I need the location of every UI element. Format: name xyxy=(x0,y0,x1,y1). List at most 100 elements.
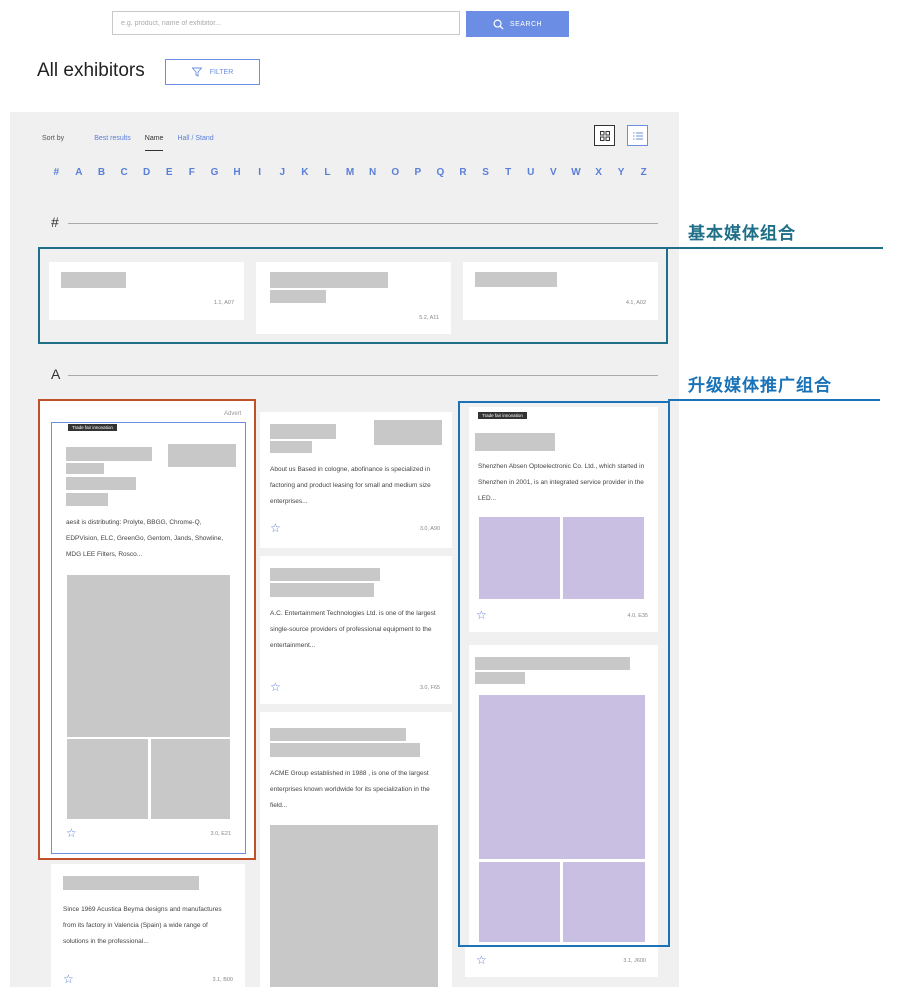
alpha-e[interactable]: E xyxy=(158,167,181,178)
annotation-upgraded: 升级媒体推广组合 xyxy=(688,376,832,395)
alpha-n[interactable]: N xyxy=(361,167,384,178)
exhibitor-description: Since 1969 Acustica Beyma designs and ma… xyxy=(63,906,222,945)
section-header-hash: # xyxy=(51,214,59,230)
favorite-star-icon[interactable]: ☆ xyxy=(270,680,281,694)
exhibitor-description: aesit is distributing: Prolyte, BBGG, Ch… xyxy=(66,519,224,558)
alpha-x[interactable]: X xyxy=(587,167,610,178)
image-placeholder xyxy=(270,825,438,987)
alpha-j[interactable]: J xyxy=(271,167,294,178)
alpha-d[interactable]: D xyxy=(135,167,158,178)
logo-placeholder xyxy=(475,272,557,287)
grid-icon xyxy=(599,130,610,141)
exhibitor-card[interactable]: A.C. Entertainment Technologies Ltd. is … xyxy=(260,556,452,704)
stand-code: 3.0, E21 xyxy=(210,831,232,837)
exhibitor-card[interactable]: ACME Group established in 1988 , is one … xyxy=(260,712,452,987)
section-header-a: A xyxy=(51,366,61,382)
alpha-t[interactable]: T xyxy=(497,167,520,178)
logo-placeholder xyxy=(270,568,380,581)
exhibitor-description: A.C. Entertainment Technologies Ltd. is … xyxy=(270,610,436,649)
search-button[interactable]: SEARCH xyxy=(466,11,569,37)
alpha-k[interactable]: K xyxy=(294,167,317,178)
page-title: All exhibitors xyxy=(37,60,145,81)
logo-placeholder xyxy=(61,272,126,288)
sort-hall-stand[interactable]: Hall / Stand xyxy=(177,135,213,142)
exhibitor-card[interactable]: 5.2, A11 xyxy=(256,262,451,334)
alpha-s[interactable]: S xyxy=(474,167,497,178)
exhibitor-card-upgraded[interactable] xyxy=(469,645,658,945)
image-placeholder xyxy=(67,739,148,819)
image-placeholder xyxy=(479,695,645,859)
logo-placeholder xyxy=(270,441,312,453)
stand-code: 4.0, E35 xyxy=(627,613,649,619)
innovation-tag: Trade fair innovation xyxy=(68,424,117,431)
exhibitor-description: About us Based in cologne, abofinance is… xyxy=(270,466,431,505)
search-input[interactable] xyxy=(112,11,460,35)
sort-bar: Sort by Best results Name Hall / Stand xyxy=(42,135,214,151)
sort-best-results[interactable]: Best results xyxy=(94,135,131,142)
logo-placeholder xyxy=(270,424,336,439)
stand-code: 3.1, J600 xyxy=(623,958,646,964)
name-placeholder xyxy=(66,463,104,474)
exhibitor-card-upgraded[interactable]: Trade fair innovation Shenzhen Absen Opt… xyxy=(469,407,658,632)
section-divider xyxy=(68,375,658,376)
filter-button[interactable]: FILTER xyxy=(165,59,260,85)
annotation-basic-line xyxy=(668,247,883,249)
stand-code: 5.2, A11 xyxy=(419,315,439,321)
alpha-m[interactable]: M xyxy=(339,167,362,178)
name-placeholder xyxy=(66,493,108,506)
logo-placeholder xyxy=(374,420,442,445)
sort-name[interactable]: Name xyxy=(144,135,164,151)
favorite-star-icon[interactable]: ☆ xyxy=(476,608,487,622)
logo-placeholder xyxy=(63,876,199,890)
stand-code: 1.1, A07 xyxy=(213,300,234,306)
logo-placeholder xyxy=(270,272,388,288)
image-placeholder xyxy=(563,862,645,942)
favorite-star-icon[interactable]: ☆ xyxy=(476,953,487,967)
annotation-upgraded-line xyxy=(668,399,880,401)
alpha-u[interactable]: U xyxy=(519,167,542,178)
exhibitor-card[interactable]: 4.1, A02 xyxy=(463,262,658,320)
favorite-star-icon[interactable]: ☆ xyxy=(63,972,74,986)
alpha-l[interactable]: L xyxy=(316,167,339,178)
alpha-y[interactable]: Y xyxy=(610,167,633,178)
exhibitor-card-featured[interactable]: Trade fair innovation aesit is distribut… xyxy=(51,422,246,854)
alpha-v[interactable]: V xyxy=(542,167,565,178)
exhibitor-card[interactable]: 1.1, A07 xyxy=(49,262,244,320)
filter-label: FILTER xyxy=(209,68,234,76)
alpha-r[interactable]: R xyxy=(452,167,475,178)
list-icon xyxy=(632,132,643,139)
alpha-i[interactable]: I xyxy=(248,167,271,178)
image-placeholder xyxy=(563,517,644,599)
alpha-b[interactable]: B xyxy=(90,167,113,178)
favorite-star-icon[interactable]: ☆ xyxy=(270,521,281,535)
alpha-a[interactable]: A xyxy=(68,167,91,178)
exhibitor-card[interactable]: Since 1969 Acustica Beyma designs and ma… xyxy=(51,864,245,987)
grid-view-button[interactable] xyxy=(594,125,615,146)
logo-placeholder xyxy=(270,728,406,741)
image-placeholder xyxy=(479,517,560,599)
exhibitor-card[interactable]: About us Based in cologne, abofinance is… xyxy=(260,412,452,548)
name-placeholder xyxy=(66,477,136,490)
alpha-p[interactable]: P xyxy=(407,167,430,178)
alpha-g[interactable]: G xyxy=(203,167,226,178)
alpha-h[interactable]: H xyxy=(226,167,249,178)
alpha-hash[interactable]: # xyxy=(45,167,68,178)
image-placeholder xyxy=(479,862,560,942)
annotation-basic: 基本媒体组合 xyxy=(688,224,796,243)
card-footer: ☆ 3.1, J600 xyxy=(465,947,658,977)
advert-label: Advert xyxy=(224,411,242,417)
logo-placeholder xyxy=(475,657,630,670)
alpha-z[interactable]: Z xyxy=(632,167,655,178)
list-view-button[interactable] xyxy=(627,125,648,146)
search-icon xyxy=(493,19,504,30)
stand-code: 4.1, A02 xyxy=(625,300,646,306)
alpha-q[interactable]: Q xyxy=(429,167,452,178)
sort-label: Sort by xyxy=(42,135,65,142)
alpha-o[interactable]: O xyxy=(384,167,407,178)
logo-placeholder xyxy=(270,743,420,757)
favorite-star-icon[interactable]: ☆ xyxy=(66,826,77,840)
alpha-c[interactable]: C xyxy=(113,167,136,178)
alpha-f[interactable]: F xyxy=(181,167,204,178)
logo-placeholder xyxy=(270,290,326,303)
alpha-w[interactable]: W xyxy=(565,167,588,178)
